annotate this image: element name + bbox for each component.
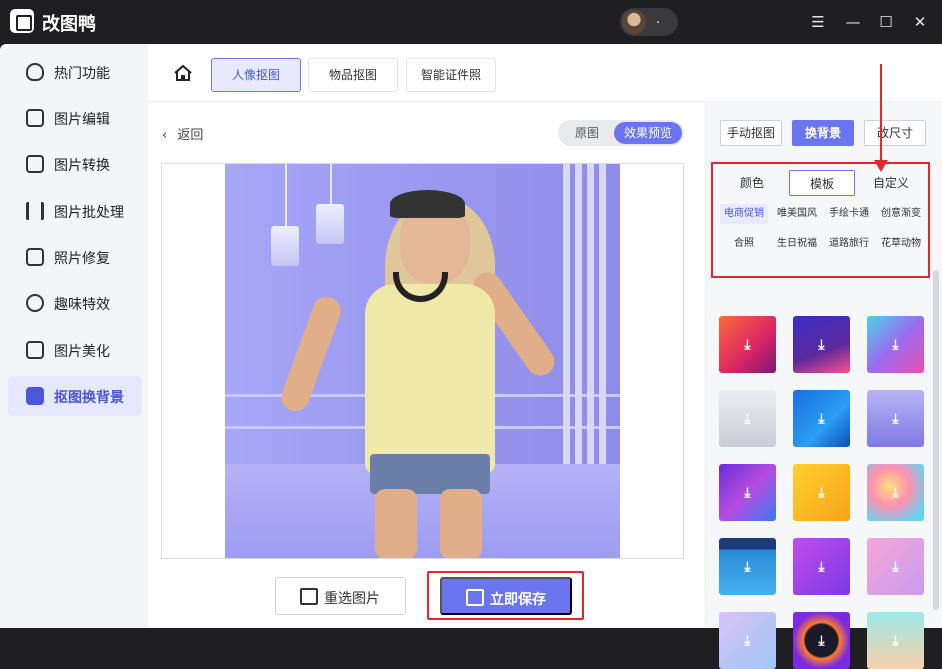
cutout-icon xyxy=(26,387,44,405)
batch-icon xyxy=(26,202,44,220)
download-icon: ⤓ xyxy=(744,336,751,353)
sidebar: 热门功能 图片编辑 图片转换 图片批处理 照片修复 趣味特效 图片美化 抠图换背… xyxy=(0,44,148,628)
sidebar-item-label: 照片修复 xyxy=(54,251,110,267)
main-content: 人像抠图 物品抠图 智能证件照 ‹ 返回 原图 效果预览 重选图片 立即保存 手… xyxy=(148,44,942,669)
download-icon: ⤓ xyxy=(892,632,899,649)
tab-object-cutout[interactable]: 物品抠图 xyxy=(308,58,398,92)
download-icon: ⤓ xyxy=(744,410,751,427)
template-thumbnail[interactable]: ⤓ xyxy=(719,390,776,447)
image-canvas xyxy=(161,163,684,559)
preview-image xyxy=(225,164,620,558)
template-thumbnail[interactable]: ⤓ xyxy=(867,390,924,447)
template-thumbnail[interactable]: ⤓ xyxy=(867,316,924,373)
sidebar-item-label: 抠图换背景 xyxy=(54,390,124,406)
sidebar-item-label: 图片美化 xyxy=(54,344,110,360)
view-toggle: 原图 效果预览 xyxy=(558,120,684,146)
download-icon: ⤓ xyxy=(818,410,825,427)
change-background-button[interactable]: 换背景 xyxy=(792,120,854,146)
template-thumbnail[interactable]: ⤓ xyxy=(867,464,924,521)
template-thumbnail[interactable]: ⤓ xyxy=(793,612,850,669)
sidebar-item-label: 图片编辑 xyxy=(54,112,110,128)
sidebar-item-image-convert[interactable]: 图片转换 xyxy=(8,144,142,184)
minimize-icon[interactable]: — xyxy=(843,12,863,32)
maximize-icon[interactable]: ☐ xyxy=(876,12,896,32)
sidebar-item-beautify[interactable]: 图片美化 xyxy=(8,330,142,370)
template-thumbnail[interactable]: ⤓ xyxy=(793,390,850,447)
tab-portrait-cutout[interactable]: 人像抠图 xyxy=(211,58,301,92)
chevron-left-icon: ‹ xyxy=(162,128,168,143)
template-thumbnail[interactable]: ⤓ xyxy=(719,612,776,669)
download-icon: ⤓ xyxy=(818,484,825,501)
top-navigation: 人像抠图 物品抠图 智能证件照 xyxy=(148,44,942,102)
home-icon[interactable] xyxy=(174,65,192,81)
annotation-arrow xyxy=(880,64,882,164)
sidebar-item-image-edit[interactable]: 图片编辑 xyxy=(8,98,142,138)
download-icon: ⤓ xyxy=(892,484,899,501)
template-thumbnail[interactable]: ⤓ xyxy=(719,538,776,595)
sidebar-item-batch[interactable]: 图片批处理 xyxy=(8,191,142,231)
sidebar-item-label: 热门功能 xyxy=(54,66,110,82)
tab-id-photo[interactable]: 智能证件照 xyxy=(406,58,496,92)
user-account[interactable]: . xyxy=(620,8,678,36)
sidebar-item-label: 趣味特效 xyxy=(54,297,110,313)
sidebar-item-hot-features[interactable]: 热门功能 xyxy=(8,52,142,92)
download-icon: ⤓ xyxy=(892,558,899,575)
template-thumbnail[interactable]: ⤓ xyxy=(793,538,850,595)
download-icon: ⤓ xyxy=(744,484,751,501)
download-icon: ⤓ xyxy=(892,410,899,427)
back-link[interactable]: ‹ 返回 xyxy=(162,124,203,143)
beautify-icon xyxy=(26,341,44,359)
highlight-template-box xyxy=(711,162,930,278)
download-icon: ⤓ xyxy=(818,632,825,649)
template-thumbnail[interactable]: ⤓ xyxy=(793,464,850,521)
sidebar-item-photo-repair[interactable]: 照片修复 xyxy=(8,237,142,277)
toggle-original[interactable]: 原图 xyxy=(562,122,612,144)
image-edit-icon xyxy=(26,109,44,127)
resize-button[interactable]: 改尺寸 xyxy=(864,120,926,146)
title-bar: 改图鸭 . ☰ — ☐ ✕ xyxy=(0,0,942,44)
flame-icon xyxy=(26,63,44,81)
sidebar-item-cutout-background[interactable]: 抠图换背景 xyxy=(8,376,142,416)
download-icon: ⤓ xyxy=(818,336,825,353)
manual-cutout-button[interactable]: 手动抠图 xyxy=(720,120,782,146)
app-logo-icon xyxy=(10,9,34,33)
sidebar-item-label: 图片批处理 xyxy=(54,205,124,221)
template-thumbnail[interactable]: ⤓ xyxy=(719,464,776,521)
close-icon[interactable]: ✕ xyxy=(910,12,930,32)
toggle-preview[interactable]: 效果预览 xyxy=(614,122,682,144)
avatar xyxy=(622,10,646,34)
user-name: . xyxy=(656,12,661,27)
template-thumbnail[interactable]: ⤓ xyxy=(867,612,924,669)
sidebar-item-label: 图片转换 xyxy=(54,158,110,174)
menu-icon[interactable]: ☰ xyxy=(808,12,828,32)
app-title: 改图鸭 xyxy=(42,14,96,35)
template-thumbnail[interactable]: ⤓ xyxy=(867,538,924,595)
repair-icon xyxy=(26,248,44,266)
download-icon: ⤓ xyxy=(892,336,899,353)
template-thumbnail[interactable]: ⤓ xyxy=(719,316,776,373)
convert-icon xyxy=(26,155,44,173)
download-icon: ⤓ xyxy=(744,558,751,575)
highlight-save-box xyxy=(427,571,584,620)
scrollbar[interactable] xyxy=(933,270,939,610)
image-icon xyxy=(300,588,318,605)
magic-icon xyxy=(26,294,44,312)
arrow-down-icon xyxy=(874,160,888,172)
download-icon: ⤓ xyxy=(818,558,825,575)
reselect-image-button[interactable]: 重选图片 xyxy=(275,577,406,615)
sidebar-item-fun-effects[interactable]: 趣味特效 xyxy=(8,283,142,323)
back-label: 返回 xyxy=(177,128,204,143)
template-thumbnail[interactable]: ⤓ xyxy=(793,316,850,373)
download-icon: ⤓ xyxy=(744,632,751,649)
